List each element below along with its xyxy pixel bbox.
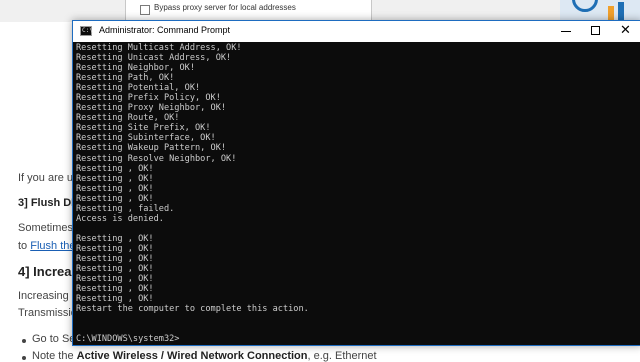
command-prompt-icon-glyph: C:\ (82, 27, 93, 34)
maximize-button[interactable] (581, 21, 611, 42)
article-text: , e.g. Ethernet (307, 350, 377, 362)
background-browser-top: Bypass proxy server for local addresses (0, 0, 640, 22)
console-output[interactable]: Resetting Multicast Address, OK! Resettin… (76, 43, 640, 345)
command-prompt-window[interactable]: C:\ Administrator: Command Prompt ✕ Rese… (72, 20, 640, 346)
article-thumbnail-image (560, 0, 640, 22)
console-line: Resetting Path, OK! (76, 73, 175, 84)
console-line: Resetting , OK! (76, 233, 154, 244)
bar-graphic (618, 2, 624, 22)
console-line: Resetting Subinterface, OK! (76, 133, 216, 144)
article-bullet: Note the Active Wireless / Wired Network… (32, 350, 377, 362)
console-line: Resetting Potential, OK! (76, 83, 201, 94)
console-line: Resetting Route, OK! (76, 113, 180, 124)
console-line: Resetting , OK! (76, 163, 154, 174)
command-prompt-icon: C:\ (80, 26, 93, 36)
console-line: Resetting Multicast Address, OK! (76, 43, 242, 53)
console-line: Resetting Neighbor, OK! (76, 63, 195, 74)
console-line: Resetting Site Prefix, OK! (76, 123, 211, 134)
console-line: Resetting Resolve Neighbor, OK! (76, 153, 237, 164)
console-line: Resetting , OK! (76, 173, 154, 184)
console-line: Resetting Unicast Address, OK! (76, 53, 232, 64)
article-heading: 3] Flush DN (18, 197, 80, 209)
console-line: Resetting Proxy Neighbor, OK! (76, 103, 227, 114)
console-line: Resetting Prefix Policy, OK! (76, 93, 221, 104)
console-line: Restart the computer to complete this ac… (76, 304, 309, 315)
minimize-icon (561, 31, 571, 32)
minimize-button[interactable] (551, 21, 581, 42)
article-paragraph: Sometimes t (18, 222, 80, 234)
article-text: Note the (32, 350, 77, 362)
console-line: Resetting , OK! (76, 243, 154, 254)
bypass-proxy-label: Bypass proxy server for local addresses (154, 3, 296, 12)
flush-dns-link[interactable]: Flush the (30, 240, 75, 252)
maximize-icon (591, 26, 600, 35)
console-line: Resetting , OK! (76, 294, 154, 305)
console-line: Resetting , OK! (76, 274, 154, 285)
article-paragraph: to Flush the (18, 240, 75, 252)
bullet-icon (22, 356, 26, 360)
console-line: Resetting , OK! (76, 264, 154, 275)
console-prompt-line: C:\WINDOWS\system32> (76, 334, 180, 345)
article-text: to (18, 240, 31, 252)
magnifier-graphic (572, 0, 598, 12)
console-line: Resetting , failed. (76, 203, 175, 214)
console-line: Resetting , OK! (76, 183, 154, 194)
console-line: Resetting , OK! (76, 253, 154, 264)
article-paragraph: If you are us (18, 172, 79, 184)
title-bar[interactable]: C:\ Administrator: Command Prompt ✕ (73, 21, 640, 42)
bullet-icon (22, 339, 26, 343)
article-bold-text: Active Wireless / Wired Network Connecti… (76, 350, 308, 362)
console-line: Resetting , OK! (76, 193, 154, 204)
console-line: Resetting Wakeup Pattern, OK! (76, 143, 227, 154)
console-line: Resetting , OK! (76, 284, 154, 295)
window-title: Administrator: Command Prompt (99, 25, 231, 35)
proxy-settings-panel: Bypass proxy server for local addresses (125, 0, 372, 22)
bypass-proxy-checkbox[interactable] (140, 5, 150, 15)
close-button[interactable]: ✕ (611, 21, 640, 42)
console-line: Access is denied. (76, 213, 164, 224)
close-icon: ✕ (620, 23, 631, 38)
